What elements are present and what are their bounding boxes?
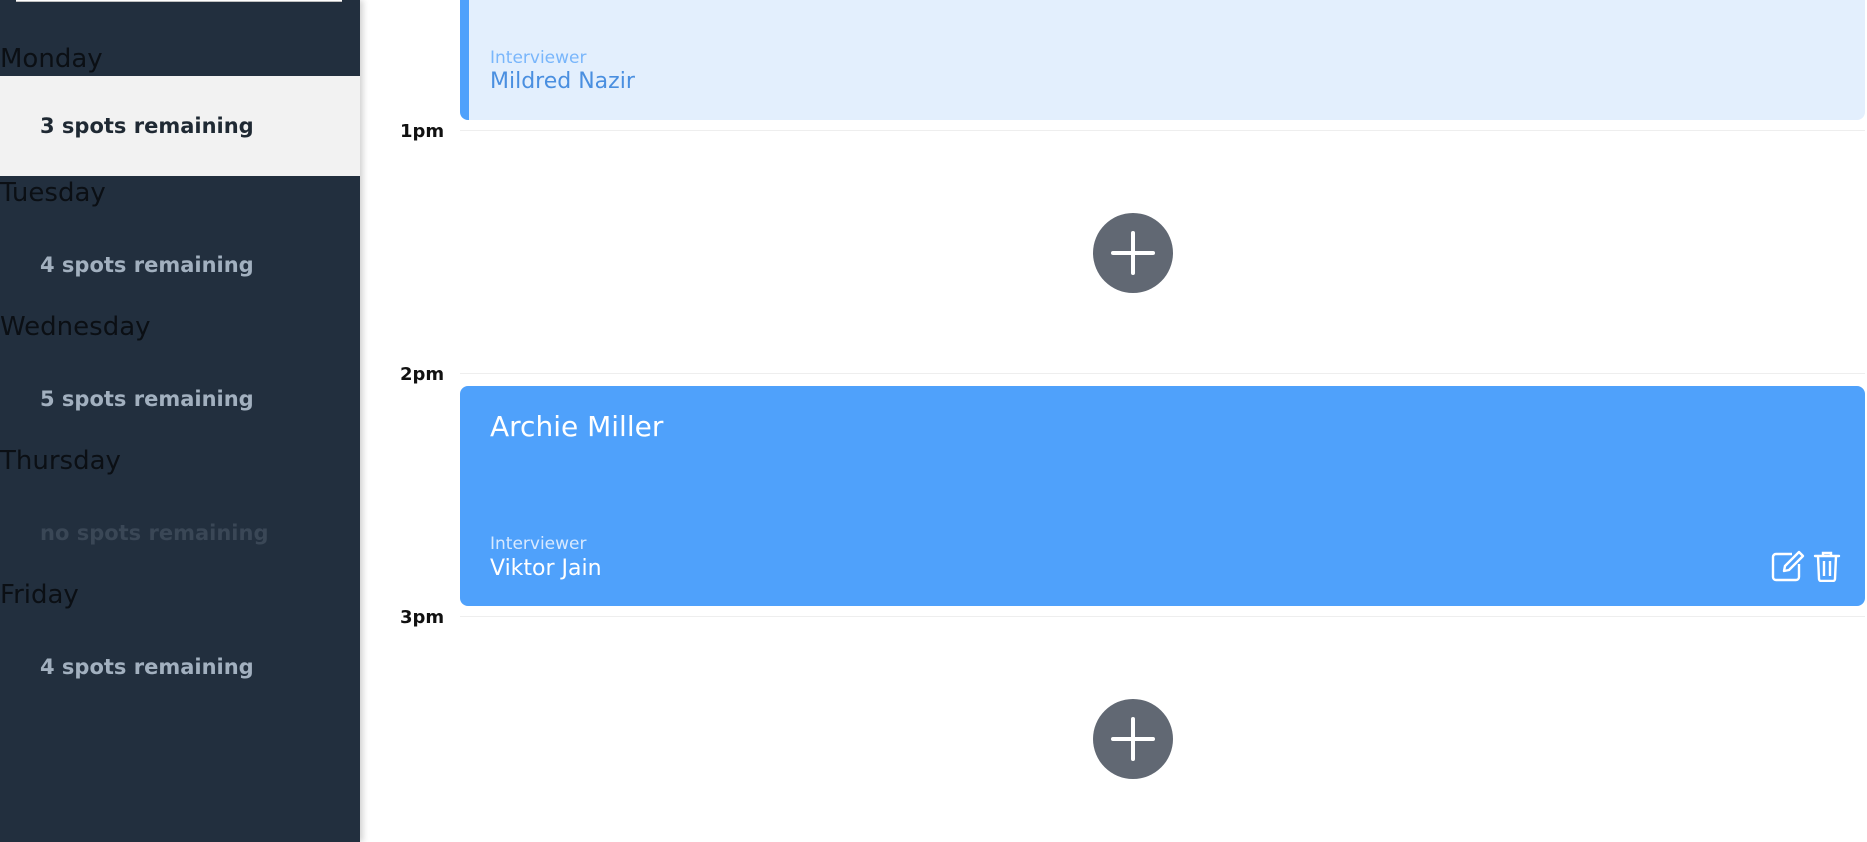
schedule: Interviewer Mildred Nazir 1pm 2pm Archie…	[360, 0, 1867, 842]
day-item-thursday[interactable]: Thursday no spots remaining	[0, 445, 360, 579]
interviewer-label: Interviewer	[490, 48, 587, 68]
interviewer-label: Interviewer	[490, 534, 587, 554]
interviewer-name: Mildred Nazir	[490, 69, 635, 94]
hour-divider	[460, 616, 1865, 617]
plus-icon	[1111, 231, 1155, 275]
time-label-1pm: 1pm	[400, 121, 445, 142]
day-item-tuesday[interactable]: Tuesday 4 spots remaining	[0, 177, 360, 311]
add-appointment-button[interactable]	[1093, 699, 1173, 779]
add-appointment-button[interactable]	[1093, 213, 1173, 293]
day-spots: no spots remaining	[40, 521, 269, 545]
day-item-monday[interactable]: Monday 3 spots remaining	[0, 43, 360, 177]
sidebar-top-panel	[16, 0, 342, 2]
day-item-wednesday[interactable]: Wednesday 5 spots remaining	[0, 311, 360, 445]
day-item-friday[interactable]: Friday 4 spots remaining	[0, 579, 360, 713]
interviewer-name: Viktor Jain	[490, 556, 602, 581]
day-name: Tuesday	[0, 178, 106, 208]
day-spots: 3 spots remaining	[40, 114, 254, 138]
day-name: Monday	[0, 44, 103, 74]
appointment-actions	[1771, 550, 1841, 582]
day-name: Wednesday	[0, 312, 151, 342]
appointment-card[interactable]: Interviewer Mildred Nazir	[460, 0, 1865, 120]
hour-divider	[460, 373, 1865, 374]
time-label-3pm: 3pm	[400, 607, 445, 628]
day-spots: 4 spots remaining	[40, 253, 254, 277]
sidebar: Monday 3 spots remaining Tuesday 4 spots…	[0, 0, 360, 842]
day-spots: 4 spots remaining	[40, 655, 254, 679]
trash-icon[interactable]	[1813, 550, 1841, 582]
hour-divider	[460, 130, 1865, 131]
plus-icon	[1111, 717, 1155, 761]
appointment-card[interactable]: Archie Miller Interviewer Viktor Jain	[460, 386, 1865, 606]
day-name: Thursday	[0, 446, 121, 476]
student-name: Archie Miller	[490, 410, 664, 443]
day-spots: 5 spots remaining	[40, 387, 254, 411]
time-label-2pm: 2pm	[400, 364, 445, 385]
interview-scheduler: Monday 3 spots remaining Tuesday 4 spots…	[0, 0, 1867, 842]
day-name: Friday	[0, 580, 79, 610]
edit-icon[interactable]	[1771, 550, 1805, 582]
